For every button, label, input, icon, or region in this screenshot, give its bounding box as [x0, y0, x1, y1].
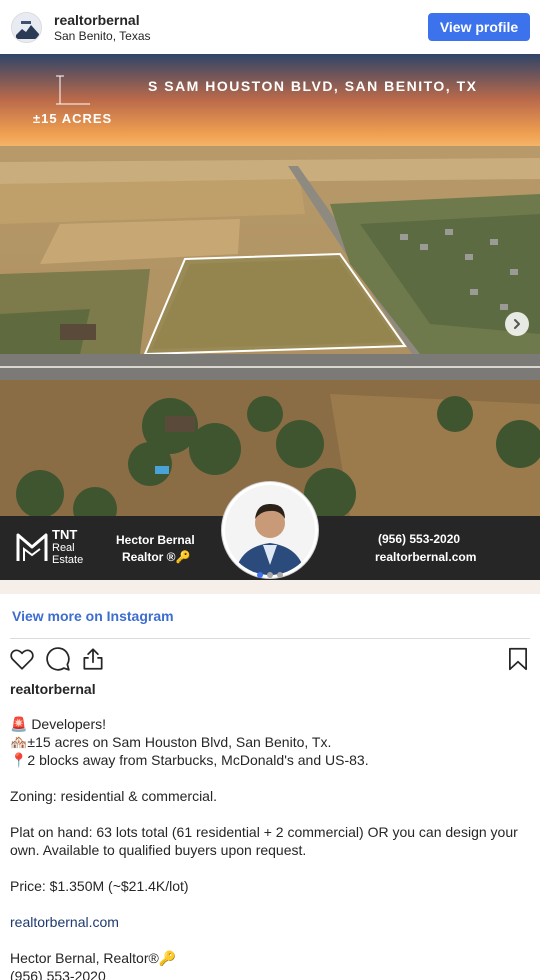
share-icon — [83, 648, 103, 670]
carousel-dot — [277, 572, 283, 578]
post-location[interactable]: San Benito, Texas — [54, 29, 151, 43]
share-button[interactable] — [80, 646, 106, 672]
carousel-next-button[interactable] — [505, 312, 529, 336]
caption-username[interactable]: realtorbernal — [10, 681, 96, 697]
carousel-indicator — [257, 572, 283, 578]
comment-icon — [46, 647, 70, 671]
tnt-logo-icon — [16, 533, 48, 561]
view-profile-button[interactable]: View profile — [428, 13, 530, 41]
brand-line2: Real — [52, 542, 75, 554]
acreage-label: ±15 ACRES — [33, 111, 113, 126]
carousel-dot — [257, 572, 263, 578]
brand-line3: Estate — [52, 554, 84, 566]
post-header: realtorbernal San Benito, Texas View pro… — [0, 0, 540, 54]
caption-line: 🚨 Developers! — [10, 716, 107, 732]
caption-line: (956) 553-2020 — [10, 968, 106, 980]
chevron-right-icon — [514, 319, 520, 329]
post-media[interactable]: ±15 ACRES S SAM HOUSTON BLVD, SAN BENITO… — [0, 54, 540, 580]
media-bottom-strip — [0, 580, 540, 594]
post-caption: 🚨 Developers! 🏘️±15 acres on Sam Houston… — [10, 715, 530, 980]
brand-text: TNT Real Estate — [52, 527, 84, 566]
agent-phone: (956) 553-2020 — [378, 532, 461, 546]
like-button[interactable] — [9, 646, 35, 672]
caption-line: Zoning: residential & commercial. — [10, 788, 217, 804]
heart-icon — [10, 649, 34, 670]
profile-username[interactable]: realtorbernal — [54, 12, 140, 28]
save-button[interactable] — [505, 646, 531, 672]
agent-name: Hector Bernal — [116, 533, 195, 547]
divider — [10, 638, 530, 639]
view-more-link[interactable]: View more on Instagram — [12, 608, 174, 624]
caption-line: Plat on hand: 63 lots total (61 resident… — [10, 824, 518, 858]
caption-line: Price: $1.350M (~$21.4K/lot) — [10, 878, 189, 894]
bookmark-icon — [509, 647, 527, 671]
avatar[interactable] — [11, 12, 42, 43]
brand-line1: TNT — [52, 527, 78, 542]
caption-line: 🏘️±15 acres on Sam Houston Blvd, San Ben… — [10, 734, 332, 750]
carousel-dot — [267, 572, 273, 578]
caption-line: 📍2 blocks away from Starbucks, McDonald'… — [10, 752, 369, 768]
caption-website-link[interactable]: realtorbernal.com — [10, 914, 119, 930]
comment-button[interactable] — [45, 646, 71, 672]
address-label: S SAM HOUSTON BLVD, SAN BENITO, TX — [148, 78, 478, 94]
agent-website: realtorbernal.com — [375, 550, 477, 564]
agent-portrait — [222, 482, 318, 578]
agent-title: Realtor ®🔑 — [122, 550, 191, 564]
caption-line: Hector Bernal, Realtor®🔑 — [10, 950, 177, 966]
